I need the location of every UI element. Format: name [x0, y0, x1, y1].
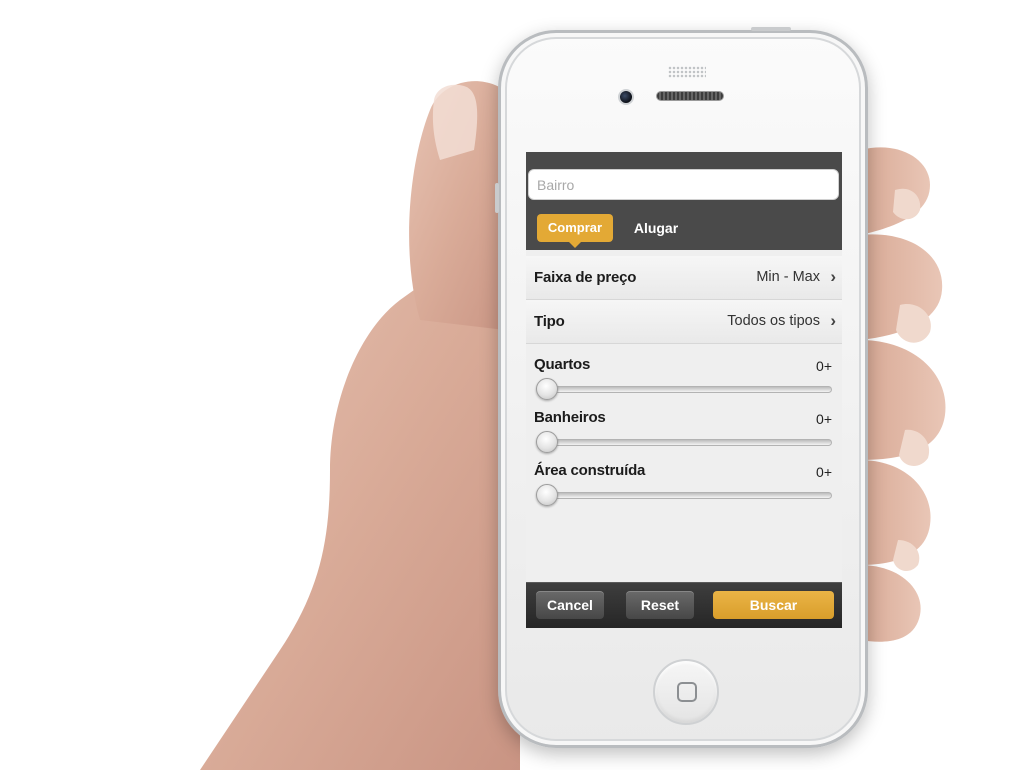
built-area-slider-track[interactable] — [538, 492, 832, 499]
sensor-grille — [668, 66, 706, 78]
front-camera-icon — [618, 89, 634, 105]
bedrooms-label: Quartos — [534, 356, 591, 373]
home-button[interactable] — [653, 659, 719, 725]
earpiece-speaker — [656, 91, 724, 101]
tab-alugar[interactable]: Alugar — [626, 214, 686, 242]
volume-button — [495, 183, 499, 213]
bathrooms-value: 0+ — [816, 411, 832, 427]
tab-comprar[interactable]: Comprar — [537, 214, 613, 248]
property-type-row[interactable]: Tipo Todos os tipos › — [526, 300, 842, 344]
chevron-right-icon: › — [830, 311, 836, 330]
built-area-label: Área construída — [534, 462, 646, 479]
price-range-row[interactable]: Faixa de preço Min - Max › — [526, 256, 842, 300]
neighborhood-search-input[interactable] — [528, 169, 839, 200]
bedrooms-value: 0+ — [816, 358, 832, 374]
built-area-slider-thumb[interactable] — [536, 484, 558, 506]
home-button-icon — [677, 682, 697, 702]
bedrooms-slider-thumb[interactable] — [536, 378, 558, 400]
price-range-label: Faixa de preço — [534, 269, 637, 286]
app-screen: Comprar Alugar Faixa de preço Min - Max … — [526, 152, 842, 628]
price-range-value: Min - Max — [756, 269, 820, 285]
bathrooms-slider-thumb[interactable] — [536, 431, 558, 453]
bottom-action-bar: Cancel Reset Buscar — [526, 582, 842, 628]
bathrooms-label: Banheiros — [534, 409, 606, 426]
chevron-right-icon: › — [830, 267, 836, 286]
bathrooms-filter: Banheiros 0+ — [526, 409, 842, 461]
property-type-label: Tipo — [534, 313, 565, 330]
property-type-value: Todos os tipos — [727, 313, 820, 329]
top-bar: Comprar Alugar — [526, 152, 842, 250]
built-area-value: 0+ — [816, 464, 832, 480]
built-area-filter: Área construída 0+ — [526, 462, 842, 514]
power-button — [751, 27, 791, 31]
reset-button[interactable]: Reset — [626, 591, 694, 619]
bedrooms-slider-track[interactable] — [538, 386, 832, 393]
bathrooms-slider-track[interactable] — [538, 439, 832, 446]
bedrooms-filter: Quartos 0+ — [526, 356, 842, 408]
cancel-button[interactable]: Cancel — [536, 591, 604, 619]
search-button[interactable]: Buscar — [713, 591, 834, 619]
